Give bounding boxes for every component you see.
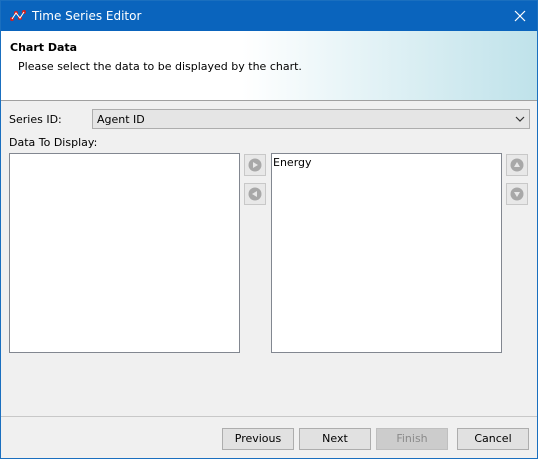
remove-data-button[interactable] [244, 183, 266, 205]
arrow-right-icon [248, 158, 262, 172]
footer-separator [1, 416, 537, 417]
available-data-list[interactable] [9, 153, 240, 353]
series-id-dropdown[interactable]: Agent ID [92, 109, 530, 129]
close-button[interactable] [503, 1, 537, 31]
chevron-down-icon [515, 116, 525, 122]
data-to-display-label: Data To Display: [9, 136, 98, 149]
list-item[interactable]: Energy [273, 156, 312, 169]
previous-button[interactable]: Previous [222, 428, 294, 450]
arrow-left-icon [248, 187, 262, 201]
series-id-label: Series ID: [9, 113, 62, 126]
wizard-header: Chart Data Please select the data to be … [1, 31, 537, 101]
selected-data-list[interactable]: Energy [271, 153, 502, 353]
arrow-up-icon [510, 158, 524, 172]
title-bar[interactable]: Time Series Editor [1, 1, 537, 31]
arrow-down-icon [510, 187, 524, 201]
page-title: Chart Data [10, 41, 78, 54]
move-down-button[interactable] [506, 183, 528, 205]
close-icon [514, 10, 526, 22]
next-button[interactable]: Next [299, 428, 371, 450]
add-data-button[interactable] [244, 154, 266, 176]
page-description: Please select the data to be displayed b… [18, 60, 302, 73]
time-series-app-icon [10, 10, 26, 21]
finish-button[interactable]: Finish [376, 428, 448, 450]
move-up-button[interactable] [506, 154, 528, 176]
dialog-window: Time Series Editor Chart Data Please sel… [0, 0, 538, 459]
window-title: Time Series Editor [32, 9, 142, 23]
series-id-value: Agent ID [97, 113, 145, 126]
cancel-button[interactable]: Cancel [457, 428, 529, 450]
